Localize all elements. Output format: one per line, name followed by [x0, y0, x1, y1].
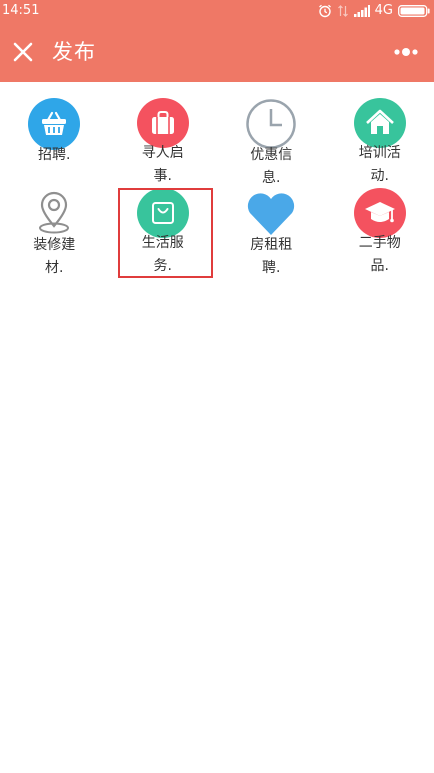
- category-training[interactable]: 培训活动.: [326, 98, 434, 188]
- status-bar: 14:51 4G: [0, 0, 434, 22]
- category-building-materials[interactable]: 装修建材.: [0, 188, 109, 278]
- category-life-services[interactable]: 生活服务.: [109, 188, 218, 278]
- category-promotions[interactable]: 优惠信息.: [217, 98, 326, 188]
- category-label: 优惠信息.: [250, 147, 293, 186]
- data-arrows-icon: [337, 5, 348, 17]
- status-time: 14:51: [2, 3, 40, 18]
- category-recruitment[interactable]: 招聘.: [0, 98, 109, 188]
- more-dots-icon: [394, 48, 418, 56]
- alarm-icon: [318, 4, 331, 18]
- shopping-bag-icon: [136, 188, 189, 238]
- location-pin-icon: [28, 188, 80, 240]
- house-icon: [353, 98, 406, 148]
- basket-icon: [28, 98, 81, 150]
- bag-icon: [136, 98, 189, 148]
- app-header: 发布: [0, 22, 434, 82]
- category-label: 装修建材.: [33, 237, 76, 276]
- more-button[interactable]: [392, 44, 422, 60]
- category-grid: 招聘. 寻人启事. 优惠信息. 培训活动. 装修建材. 生活服务. 房租租聘. …: [0, 98, 434, 278]
- category-label: 二手物品.: [358, 235, 401, 274]
- clock-icon: [245, 98, 297, 150]
- category-label: 寻人启事.: [141, 145, 184, 184]
- page-title: 发布: [52, 40, 96, 64]
- category-label: 招聘.: [38, 147, 71, 163]
- battery-icon: [398, 5, 430, 17]
- category-label: 培训活动.: [358, 145, 401, 184]
- network-type: 4G: [374, 3, 393, 18]
- category-housing-rental[interactable]: 房租租聘.: [217, 188, 326, 278]
- status-icons: 4G: [318, 3, 430, 19]
- graduation-cap-icon: [353, 188, 406, 238]
- category-label: 生活服务.: [141, 235, 184, 274]
- close-button[interactable]: [8, 37, 38, 67]
- heart-icon: [245, 188, 297, 240]
- signal-icon: [353, 5, 370, 17]
- category-second-hand[interactable]: 二手物品.: [326, 188, 434, 278]
- category-missing-person[interactable]: 寻人启事.: [109, 98, 218, 188]
- category-label: 房租租聘.: [250, 237, 293, 276]
- close-icon: [13, 42, 33, 62]
